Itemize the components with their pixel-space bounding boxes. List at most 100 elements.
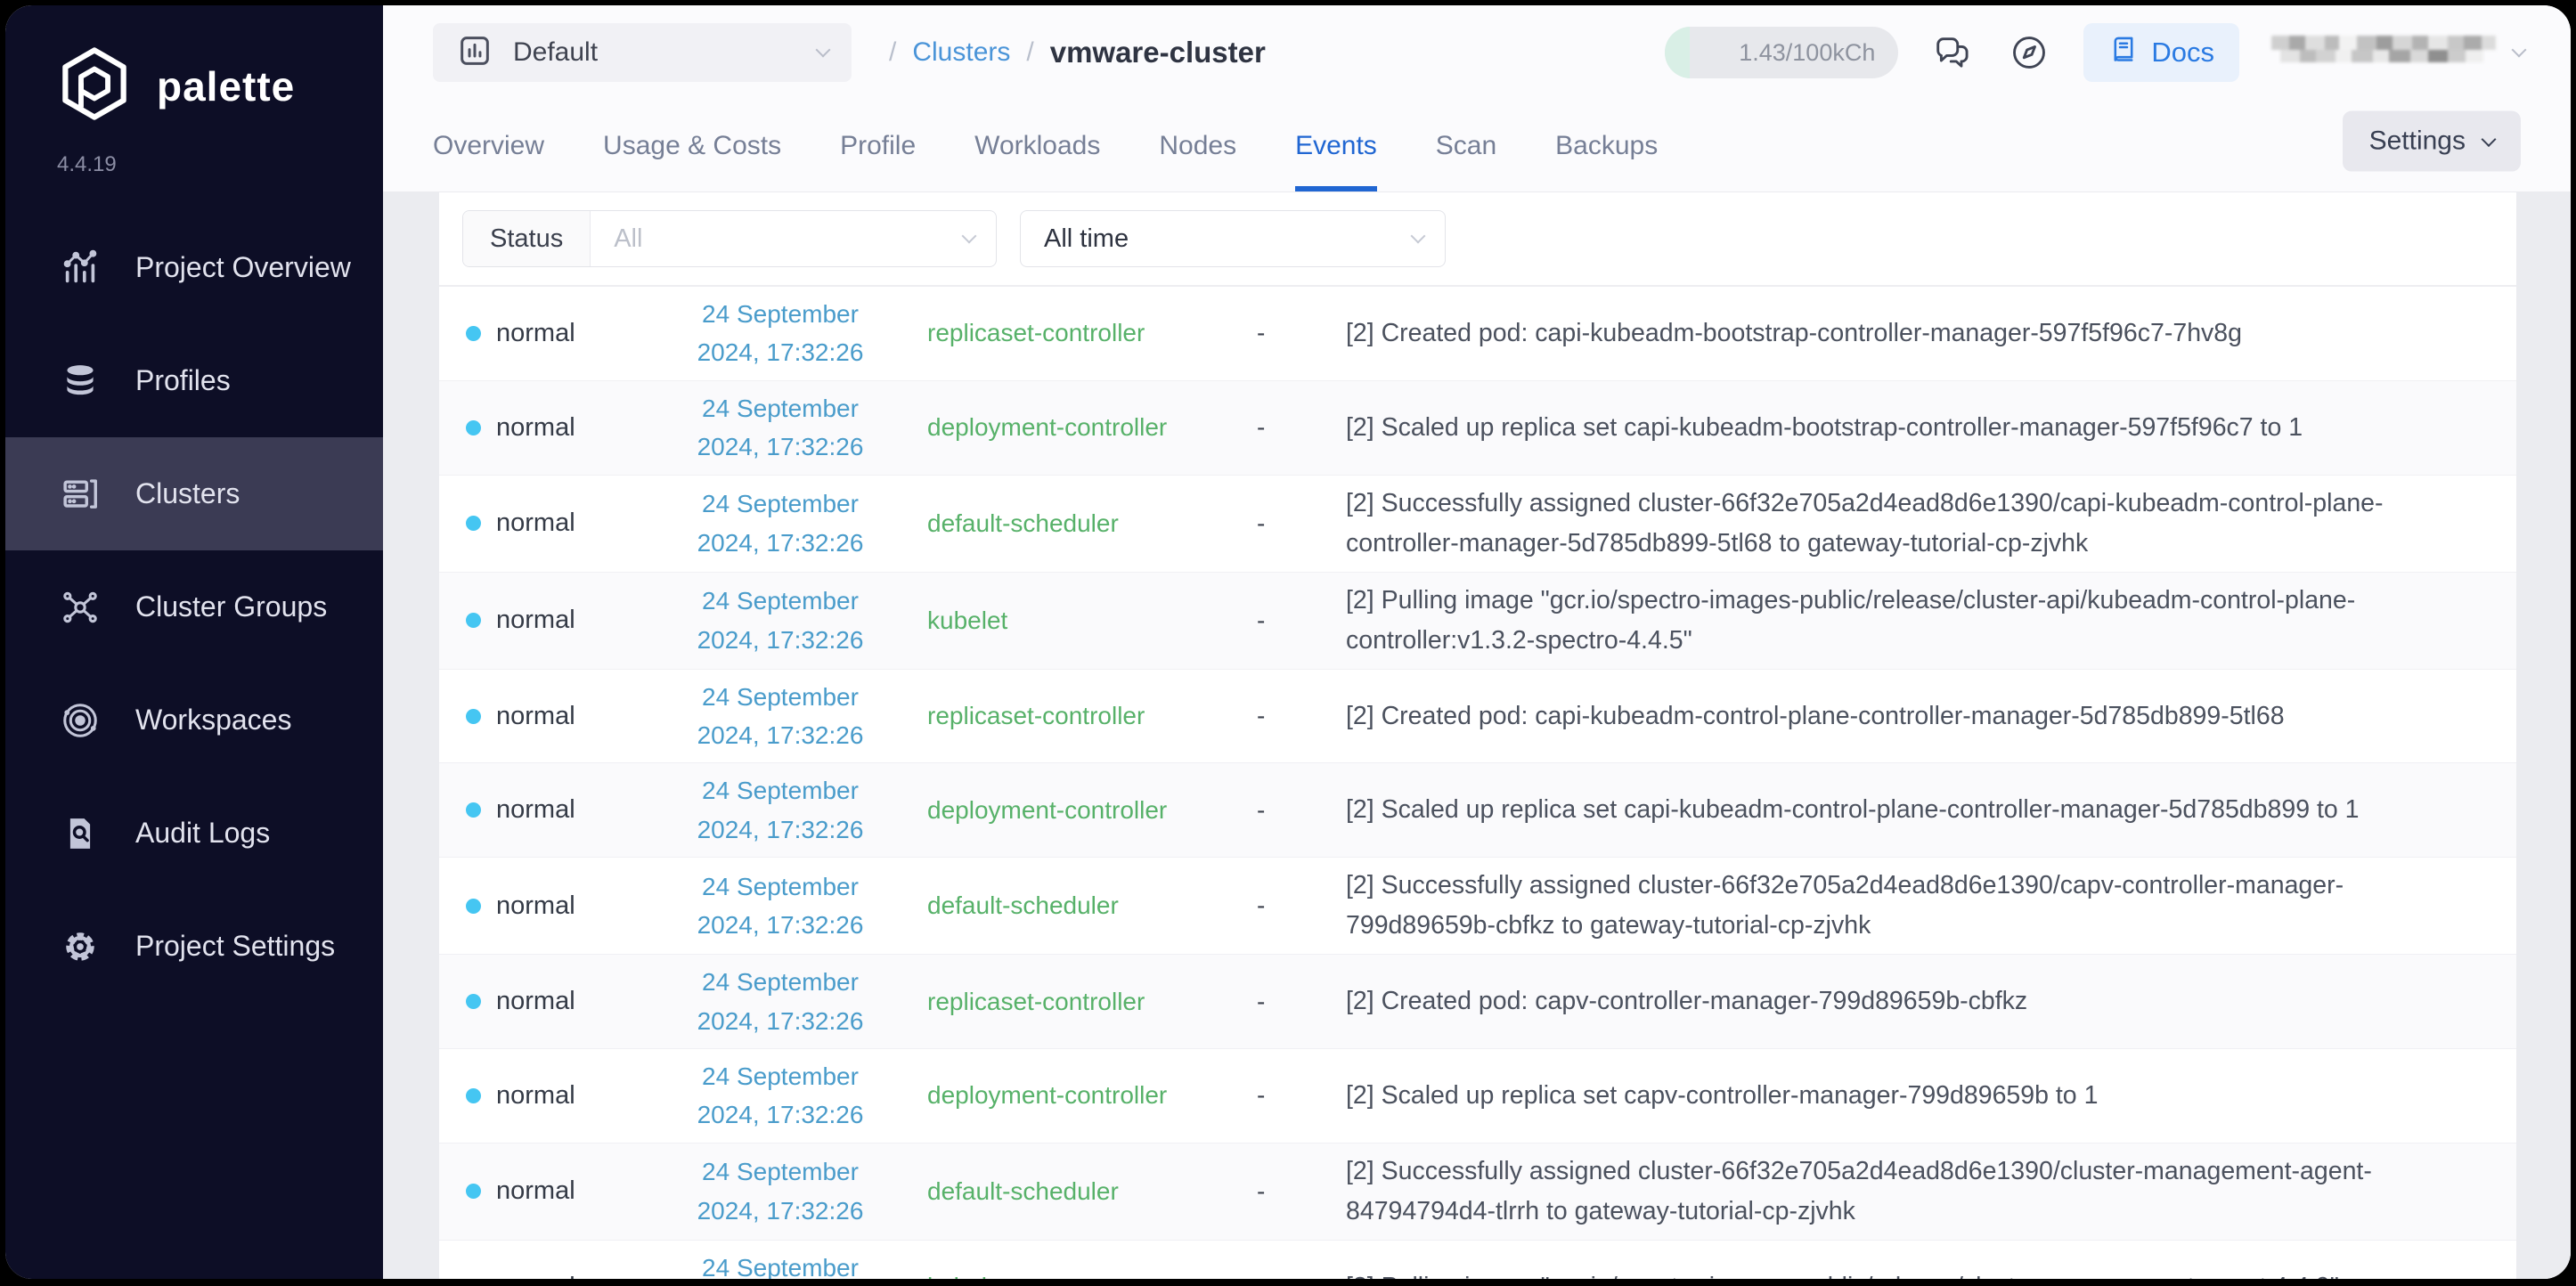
time-range-value: All time (1044, 224, 1129, 253)
event-row: normal 24 September 2024, 17:32:26 deplo… (439, 380, 2516, 476)
sidebar-item-cluster-groups[interactable]: Cluster Groups (5, 550, 383, 663)
event-status: normal (496, 606, 575, 635)
tabbar: Overview Usage & Costs Profile Workloads Nod… (383, 100, 2571, 192)
event-date: 24 September 2024, 17:32:26 (697, 872, 864, 940)
event-date: 24 September 2024, 17:32:26 (697, 490, 864, 557)
chevron-down-icon (815, 42, 831, 58)
event-status: normal (496, 412, 575, 442)
status-dot (466, 516, 481, 532)
docs-button[interactable]: Docs (2083, 23, 2239, 82)
event-reason: - (1257, 1176, 1266, 1205)
status-dot (466, 613, 481, 629)
event-message: [2] Successfully assigned cluster-66f32e… (1346, 488, 2384, 558)
sidebar-item-workspaces[interactable]: Workspaces (5, 663, 383, 777)
event-row: normal 24 September 2024, 17:32:26 defau… (439, 1143, 2516, 1241)
sidebar-item-label: Profiles (135, 364, 231, 396)
project-selector-value: Default (513, 37, 599, 67)
event-status: normal (496, 509, 575, 538)
sidebar-item-audit-logs[interactable]: Audit Logs (5, 777, 383, 890)
event-row: normal 24 September 2024, 17:32:26 kubel… (439, 1240, 2516, 1279)
event-reason: - (1257, 606, 1266, 634)
server-rack-icon (59, 473, 102, 516)
event-row: normal 24 September 2024, 17:32:26 repli… (439, 287, 2516, 381)
events-panel: Status All All time normal 24 September … (439, 192, 2516, 1279)
sidebar-nav: Project Overview Profiles Clusters Cluster … (5, 211, 383, 1003)
event-message: [2] Pulling image "gcr.io/spectro-images… (1346, 585, 2356, 655)
event-source: kubelet (927, 1273, 1257, 1279)
event-date: 24 September 2024, 17:32:26 (697, 968, 864, 1035)
usage-badge: 1.43/100kCh (1665, 27, 1899, 78)
page-header: Default / Clusters / vmware-cluster 1.43… (383, 5, 2571, 192)
topbar-right: 1.43/100kCh Docs (1665, 23, 2527, 82)
event-status: normal (496, 1080, 575, 1110)
event-source: kubelet (927, 606, 1008, 634)
tab-workloads[interactable]: Workloads (974, 100, 1100, 191)
breadcrumb-clusters-link[interactable]: Clusters (912, 37, 1010, 68)
sidebar: palette 4.4.19 Project Overview Profiles C… (5, 5, 383, 1279)
event-reason: - (1257, 413, 1266, 442)
event-reason: - (1257, 795, 1266, 824)
status-dot (466, 708, 481, 724)
sidebar-item-profiles[interactable]: Profiles (5, 324, 383, 437)
event-date: 24 September 2024, 17:32:26 (697, 777, 864, 843)
topbar: Default / Clusters / vmware-cluster 1.43… (383, 5, 2571, 100)
user-name-redacted (2271, 34, 2496, 72)
event-row: normal 24 September 2024, 17:32:26 deplo… (439, 763, 2516, 859)
event-row: normal 24 September 2024, 17:32:26 deplo… (439, 1049, 2516, 1144)
tab-usage-costs[interactable]: Usage & Costs (603, 100, 781, 191)
chevron-down-icon (2511, 42, 2527, 58)
tab-overview[interactable]: Overview (433, 100, 544, 191)
event-date: 24 September 2024, 17:32:26 (697, 587, 864, 654)
breadcrumb-current: vmware-cluster (1049, 36, 1266, 69)
event-source: replicaset-controller (927, 987, 1145, 1015)
event-date: 24 September 2024, 17:32:26 (697, 394, 864, 461)
status-filter-value: All (614, 224, 643, 253)
usage-badge-text: 1.43/100kCh (1739, 39, 1876, 66)
tab-backups[interactable]: Backups (1555, 100, 1658, 191)
tab-scan[interactable]: Scan (1436, 100, 1496, 191)
event-message: [2] Successfully assigned cluster-66f32e… (1346, 871, 2344, 940)
event-message: [2] Scaled up replica set capi-kubeadm-b… (1346, 412, 2303, 442)
event-status: normal (496, 891, 575, 920)
sidebar-item-project-overview[interactable]: Project Overview (5, 211, 383, 324)
sidebar-item-clusters[interactable]: Clusters (5, 437, 383, 550)
status-dot (466, 802, 481, 818)
chat-icon[interactable] (1930, 30, 1975, 75)
tab-events[interactable]: Events (1295, 100, 1377, 191)
event-status: normal (496, 701, 575, 730)
event-source: default-scheduler (927, 1176, 1119, 1205)
time-range-dropdown[interactable]: All time (1020, 210, 1446, 267)
tab-nodes[interactable]: Nodes (1159, 100, 1236, 191)
doc-search-icon (59, 812, 102, 855)
palette-logo-icon (55, 45, 134, 127)
event-status: normal (496, 987, 575, 1016)
event-status: normal (496, 795, 575, 825)
sidebar-item-project-settings[interactable]: Project Settings (5, 890, 383, 1003)
event-source: replicaset-controller (927, 702, 1145, 730)
user-menu[interactable] (2271, 34, 2527, 72)
filter-bar: Status All All time (439, 192, 2516, 286)
sidebar-item-label: Project Settings (135, 930, 336, 962)
event-date: 24 September 2024, 17:32:26 (697, 300, 864, 367)
event-date: 24 September 2024, 17:32:26 (697, 1158, 864, 1225)
palette-logo[interactable]: palette (5, 5, 383, 127)
app-window: palette 4.4.19 Project Overview Profiles C… (5, 5, 2571, 1279)
content-area: Status All All time normal 24 September … (383, 192, 2571, 1279)
event-row: normal 24 September 2024, 17:32:26 kubel… (439, 572, 2516, 670)
event-source: deployment-controller (927, 795, 1168, 824)
event-row: normal 24 September 2024, 17:32:26 repli… (439, 955, 2516, 1049)
event-message: [2] Created pod: capi-kubeadm-control-pl… (1346, 701, 2285, 730)
event-date: 24 September 2024, 17:32:26 (697, 1062, 864, 1129)
settings-button[interactable]: Settings (2342, 110, 2521, 172)
chevron-down-icon (961, 228, 977, 244)
event-date: 24 September 2024, 17:32:26 (697, 682, 864, 750)
event-row: normal 24 September 2024, 17:32:26 defau… (439, 858, 2516, 956)
status-dot (466, 898, 481, 914)
event-message: [2] Pulling image "gcr.io/spectro-images… (1346, 1267, 2516, 1279)
layers-icon (59, 360, 102, 403)
project-scope-selector[interactable]: Default (433, 23, 852, 82)
event-source: default-scheduler (927, 891, 1119, 920)
tab-profile[interactable]: Profile (840, 100, 916, 191)
status-filter-dropdown[interactable]: Status All (462, 210, 997, 267)
compass-icon[interactable] (2007, 30, 2051, 75)
